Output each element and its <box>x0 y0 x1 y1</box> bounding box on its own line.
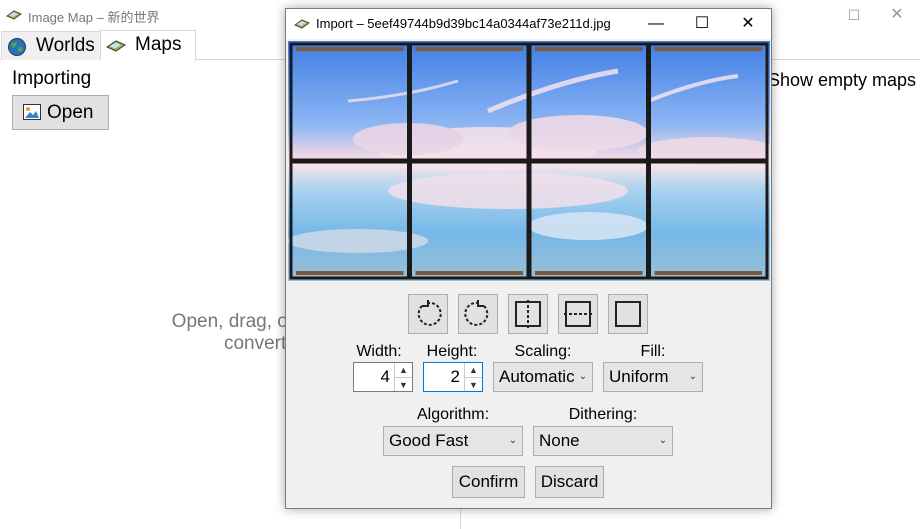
chevron-down-icon: ⌄ <box>654 427 672 455</box>
height-down-arrow[interactable]: ▼ <box>465 377 482 392</box>
item-frame-edge <box>654 271 762 275</box>
item-frame-edge <box>535 47 643 51</box>
fill-value: Uniform <box>609 367 669 386</box>
algorithm-select[interactable]: Good Fast ⌄ <box>383 426 523 456</box>
close-button[interactable]: ✕ <box>874 2 920 28</box>
algorithm-label: Algorithm: <box>416 406 490 423</box>
chevron-down-icon: ⌄ <box>684 363 702 391</box>
rotate-right-button[interactable] <box>458 294 498 334</box>
dialog-title: Import – 5eef49744b9d39bc14a0344af73e211… <box>316 16 611 31</box>
app-icon <box>294 19 310 29</box>
height-label: Height: <box>426 343 478 360</box>
app-icon <box>6 10 22 20</box>
fill-select[interactable]: Uniform ⌄ <box>603 362 703 392</box>
chevron-down-icon: ⌄ <box>574 363 592 391</box>
dialog-minimize-button[interactable]: — <box>633 9 679 39</box>
scaling-label: Scaling: <box>514 343 572 360</box>
map-icon <box>106 40 126 52</box>
width-stepper[interactable]: 4 ▲ ▼ <box>353 362 413 392</box>
main-window-title: Image Map – 新的世界 <box>28 10 160 25</box>
item-frame-edge <box>415 271 523 275</box>
confirm-button[interactable]: Confirm <box>452 466 525 498</box>
item-frame-edge <box>296 47 404 51</box>
dialog-title-bar: Import – 5eef49744b9d39bc14a0344af73e211… <box>286 9 771 39</box>
discard-button[interactable]: Discard <box>535 466 604 498</box>
item-frame-edge <box>535 271 643 275</box>
image-preview <box>288 41 770 281</box>
tab-worlds[interactable]: Worlds <box>1 31 101 60</box>
tab-worlds-label: Worlds <box>36 35 95 56</box>
rotate-left-icon <box>417 300 442 326</box>
globe-icon <box>8 38 26 56</box>
maximize-button[interactable]: ☐ <box>831 2 877 28</box>
width-value: 4 <box>380 367 390 386</box>
dithering-value: None <box>539 431 580 450</box>
flip-horizontal-button[interactable] <box>508 294 548 334</box>
importing-label: Importing <box>12 68 92 89</box>
height-up-arrow[interactable]: ▲ <box>465 363 482 377</box>
import-dialog: Import – 5eef49744b9d39bc14a0344af73e211… <box>285 8 772 509</box>
scaling-value: Automatic <box>499 367 575 386</box>
height-stepper[interactable]: 2 ▲ ▼ <box>423 362 483 392</box>
rotate-right-icon <box>464 300 489 326</box>
pane-divider <box>460 506 461 529</box>
map-grid-preview <box>288 41 770 281</box>
width-label: Width: <box>356 343 402 360</box>
frame-icon <box>615 301 641 327</box>
width-down-arrow[interactable]: ▼ <box>395 377 412 392</box>
width-up-arrow[interactable]: ▲ <box>395 363 412 377</box>
open-button[interactable]: Open <box>12 95 109 130</box>
fill-label: Fill: <box>640 343 666 360</box>
flip-vertical-button[interactable] <box>558 294 598 334</box>
tab-maps-label: Maps <box>135 34 182 55</box>
rotate-left-button[interactable] <box>408 294 448 334</box>
item-frame-edge <box>415 47 523 51</box>
scaling-select[interactable]: Automatic ⌄ <box>493 362 593 392</box>
dialog-close-button[interactable]: ✕ <box>725 9 771 39</box>
chevron-down-icon: ⌄ <box>504 427 522 455</box>
algorithm-value: Good Fast <box>389 431 469 450</box>
dialog-maximize-button[interactable]: ☐ <box>679 9 725 39</box>
item-frame-edge <box>654 47 762 51</box>
height-value: 2 <box>450 367 460 386</box>
dithering-select[interactable]: None ⌄ <box>533 426 673 456</box>
flip-vertical-icon <box>564 301 592 327</box>
tab-maps[interactable]: Maps <box>100 30 196 61</box>
dithering-label: Dithering: <box>568 406 638 423</box>
show-empty-maps-toggle[interactable]: Show empty maps <box>768 70 916 91</box>
image-icon <box>23 104 41 120</box>
flip-horizontal-icon <box>515 300 541 328</box>
frame-toggle-button[interactable] <box>608 294 648 334</box>
open-button-label: Open <box>47 102 94 123</box>
item-frame-edge <box>296 271 404 275</box>
